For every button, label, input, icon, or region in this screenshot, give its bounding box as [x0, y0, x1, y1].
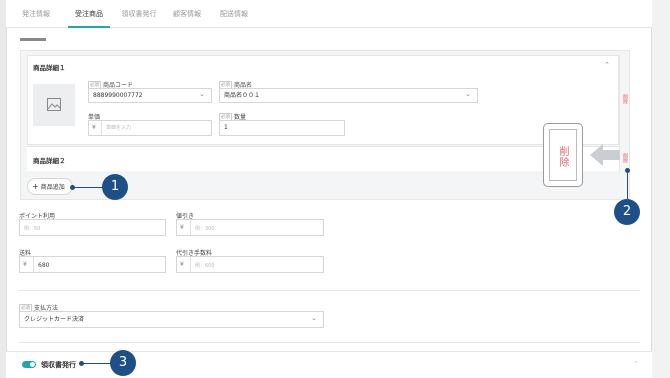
cod-fee-placeholder: 例：600 — [195, 263, 215, 269]
plus-icon: + — [32, 182, 39, 191]
receipt-section-title: 領収書発行 — [41, 361, 76, 369]
points-field[interactable] — [19, 219, 166, 236]
product-image-placeholder[interactable] — [33, 84, 75, 126]
prefix-divider — [190, 220, 191, 235]
points-placeholder: 例：50 — [24, 226, 41, 232]
cut-off-section-title — [20, 38, 46, 41]
callout-1-line — [73, 187, 103, 188]
scrollbar-track[interactable] — [652, 0, 670, 378]
arrow-left-icon — [590, 144, 620, 166]
discount-placeholder: 例：300 — [195, 226, 215, 232]
prefix-divider — [33, 257, 34, 272]
product-code-select[interactable]: 8889990007772 — [88, 88, 212, 103]
chevron-down-icon: ⌄ — [465, 90, 471, 98]
tab-receipt-issue[interactable]: 領収書発行 — [120, 9, 158, 28]
quantity-field[interactable]: 1 — [219, 120, 345, 136]
unit-price-placeholder: 単価を入力 — [106, 125, 132, 131]
section-divider — [19, 342, 640, 343]
collapse-chevron-icon[interactable]: ⌃ — [604, 61, 610, 69]
callout-2-line — [627, 171, 628, 201]
tab-ordered-products[interactable]: 受注商品 — [68, 9, 110, 28]
shipping-value: 680 — [38, 262, 50, 269]
yen-prefix: ¥ — [180, 261, 184, 268]
add-product-button[interactable]: + 商品追加 — [27, 178, 73, 195]
payment-method-select[interactable]: クレジットカード決済 — [19, 311, 324, 328]
zoom-delete-text: 削除 — [557, 146, 568, 168]
delete-product-2-link[interactable]: 削除 — [622, 153, 629, 163]
collapse-chevron-icon[interactable]: ⌃ — [633, 360, 639, 368]
callout-3-badge: 3 — [110, 350, 136, 376]
product-detail-2-title: 商品詳細２ — [33, 157, 66, 165]
product-name-select[interactable]: 商品名００１ — [219, 88, 478, 103]
yen-prefix: ¥ — [23, 261, 27, 268]
yen-prefix: ¥ — [92, 124, 96, 131]
product-detail-card-2 — [27, 146, 619, 171]
chevron-down-icon: ⌄ — [199, 90, 205, 98]
callout-3-line — [82, 363, 112, 364]
tab-order-info[interactable]: 発注情報 — [16, 9, 56, 28]
callout-2-badge: 2 — [614, 199, 640, 225]
delete-product-1-link[interactable]: 削除 — [622, 94, 629, 104]
product-detail-1-title: 商品詳細１ — [33, 64, 66, 72]
receipt-toggle-switch[interactable] — [22, 361, 36, 368]
image-icon — [47, 98, 61, 111]
chevron-down-icon: ⌄ — [311, 314, 317, 322]
receipt-section-bar — [6, 351, 652, 378]
prefix-divider — [101, 121, 102, 135]
yen-prefix: ¥ — [180, 224, 184, 231]
tab-delivery-info[interactable]: 配送情報 — [218, 9, 250, 28]
section-divider — [19, 290, 640, 291]
prefix-divider — [190, 257, 191, 272]
tab-customer-info[interactable]: 顧客情報 — [171, 9, 203, 28]
callout-1-badge: 1 — [102, 174, 128, 200]
